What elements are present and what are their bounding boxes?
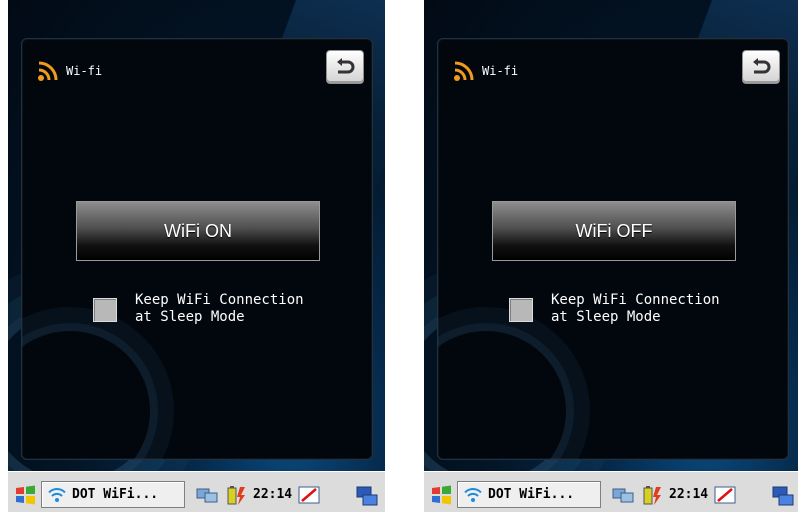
- keep-connection-label-line2: at Sleep Mode: [551, 309, 661, 325]
- windows-start-icon[interactable]: [13, 483, 37, 507]
- system-tray: 22:14: [607, 481, 767, 508]
- keep-connection-label: Keep WiFi Connection at Sleep Mode: [551, 292, 720, 326]
- keep-connection-label-line1: Keep WiFi Connection: [135, 292, 304, 308]
- battery-icon[interactable]: [640, 483, 664, 507]
- panel-title: Wi-fi: [482, 64, 519, 78]
- windows-start-icon[interactable]: [429, 483, 453, 507]
- wifi-panel: Wi-fi WiFi OFF Keep WiFi Connection at S…: [437, 38, 789, 460]
- back-arrow-icon: [337, 58, 355, 74]
- keep-connection-label: Keep WiFi Connection at Sleep Mode: [135, 292, 304, 326]
- system-tray: 22:14: [191, 481, 351, 508]
- keep-connection-checkbox[interactable]: [509, 298, 533, 322]
- taskbar-item-label: DOT WiFi...: [488, 487, 575, 502]
- pen-input-icon[interactable]: [297, 483, 321, 507]
- wifi-panel: Wi-fi WiFi ON Keep WiFi Connection at Sl…: [21, 38, 373, 460]
- taskbar: DOT WiFi... 22:14: [424, 471, 798, 512]
- device-screen-right: Wi-fi WiFi OFF Keep WiFi Connection at S…: [424, 0, 798, 512]
- battery-icon[interactable]: [224, 483, 248, 507]
- network-icon[interactable]: [611, 483, 635, 507]
- pen-input-icon[interactable]: [713, 483, 737, 507]
- taskbar-item-label: DOT WiFi...: [72, 487, 159, 502]
- wifi-signal-icon: [48, 487, 66, 502]
- taskbar-item-dot-wifi[interactable]: DOT WiFi...: [41, 481, 185, 508]
- wifi-toggle-button[interactable]: WiFi OFF: [492, 201, 736, 261]
- rss-wifi-icon: [454, 61, 474, 81]
- window-switch-icon[interactable]: [355, 484, 379, 508]
- panel-title: Wi-fi: [66, 64, 103, 78]
- rss-wifi-icon: [38, 61, 58, 81]
- clock[interactable]: 22:14: [669, 487, 708, 502]
- network-icon[interactable]: [195, 483, 219, 507]
- back-button[interactable]: [742, 50, 780, 84]
- background-swirl: [438, 323, 574, 459]
- background-swirl: [22, 323, 158, 459]
- taskbar: DOT WiFi... 22:14: [8, 471, 385, 512]
- device-screen-left: Wi-fi WiFi ON Keep WiFi Connection at Sl…: [8, 0, 385, 512]
- keep-connection-label-line2: at Sleep Mode: [135, 309, 245, 325]
- clock[interactable]: 22:14: [253, 487, 292, 502]
- back-button[interactable]: [326, 50, 364, 84]
- wifi-toggle-button[interactable]: WiFi ON: [76, 201, 320, 261]
- wifi-signal-icon: [464, 487, 482, 502]
- keep-connection-checkbox[interactable]: [93, 298, 117, 322]
- taskbar-item-dot-wifi[interactable]: DOT WiFi...: [457, 481, 601, 508]
- window-switch-icon[interactable]: [771, 484, 795, 508]
- back-arrow-icon: [753, 58, 771, 74]
- keep-connection-label-line1: Keep WiFi Connection: [551, 292, 720, 308]
